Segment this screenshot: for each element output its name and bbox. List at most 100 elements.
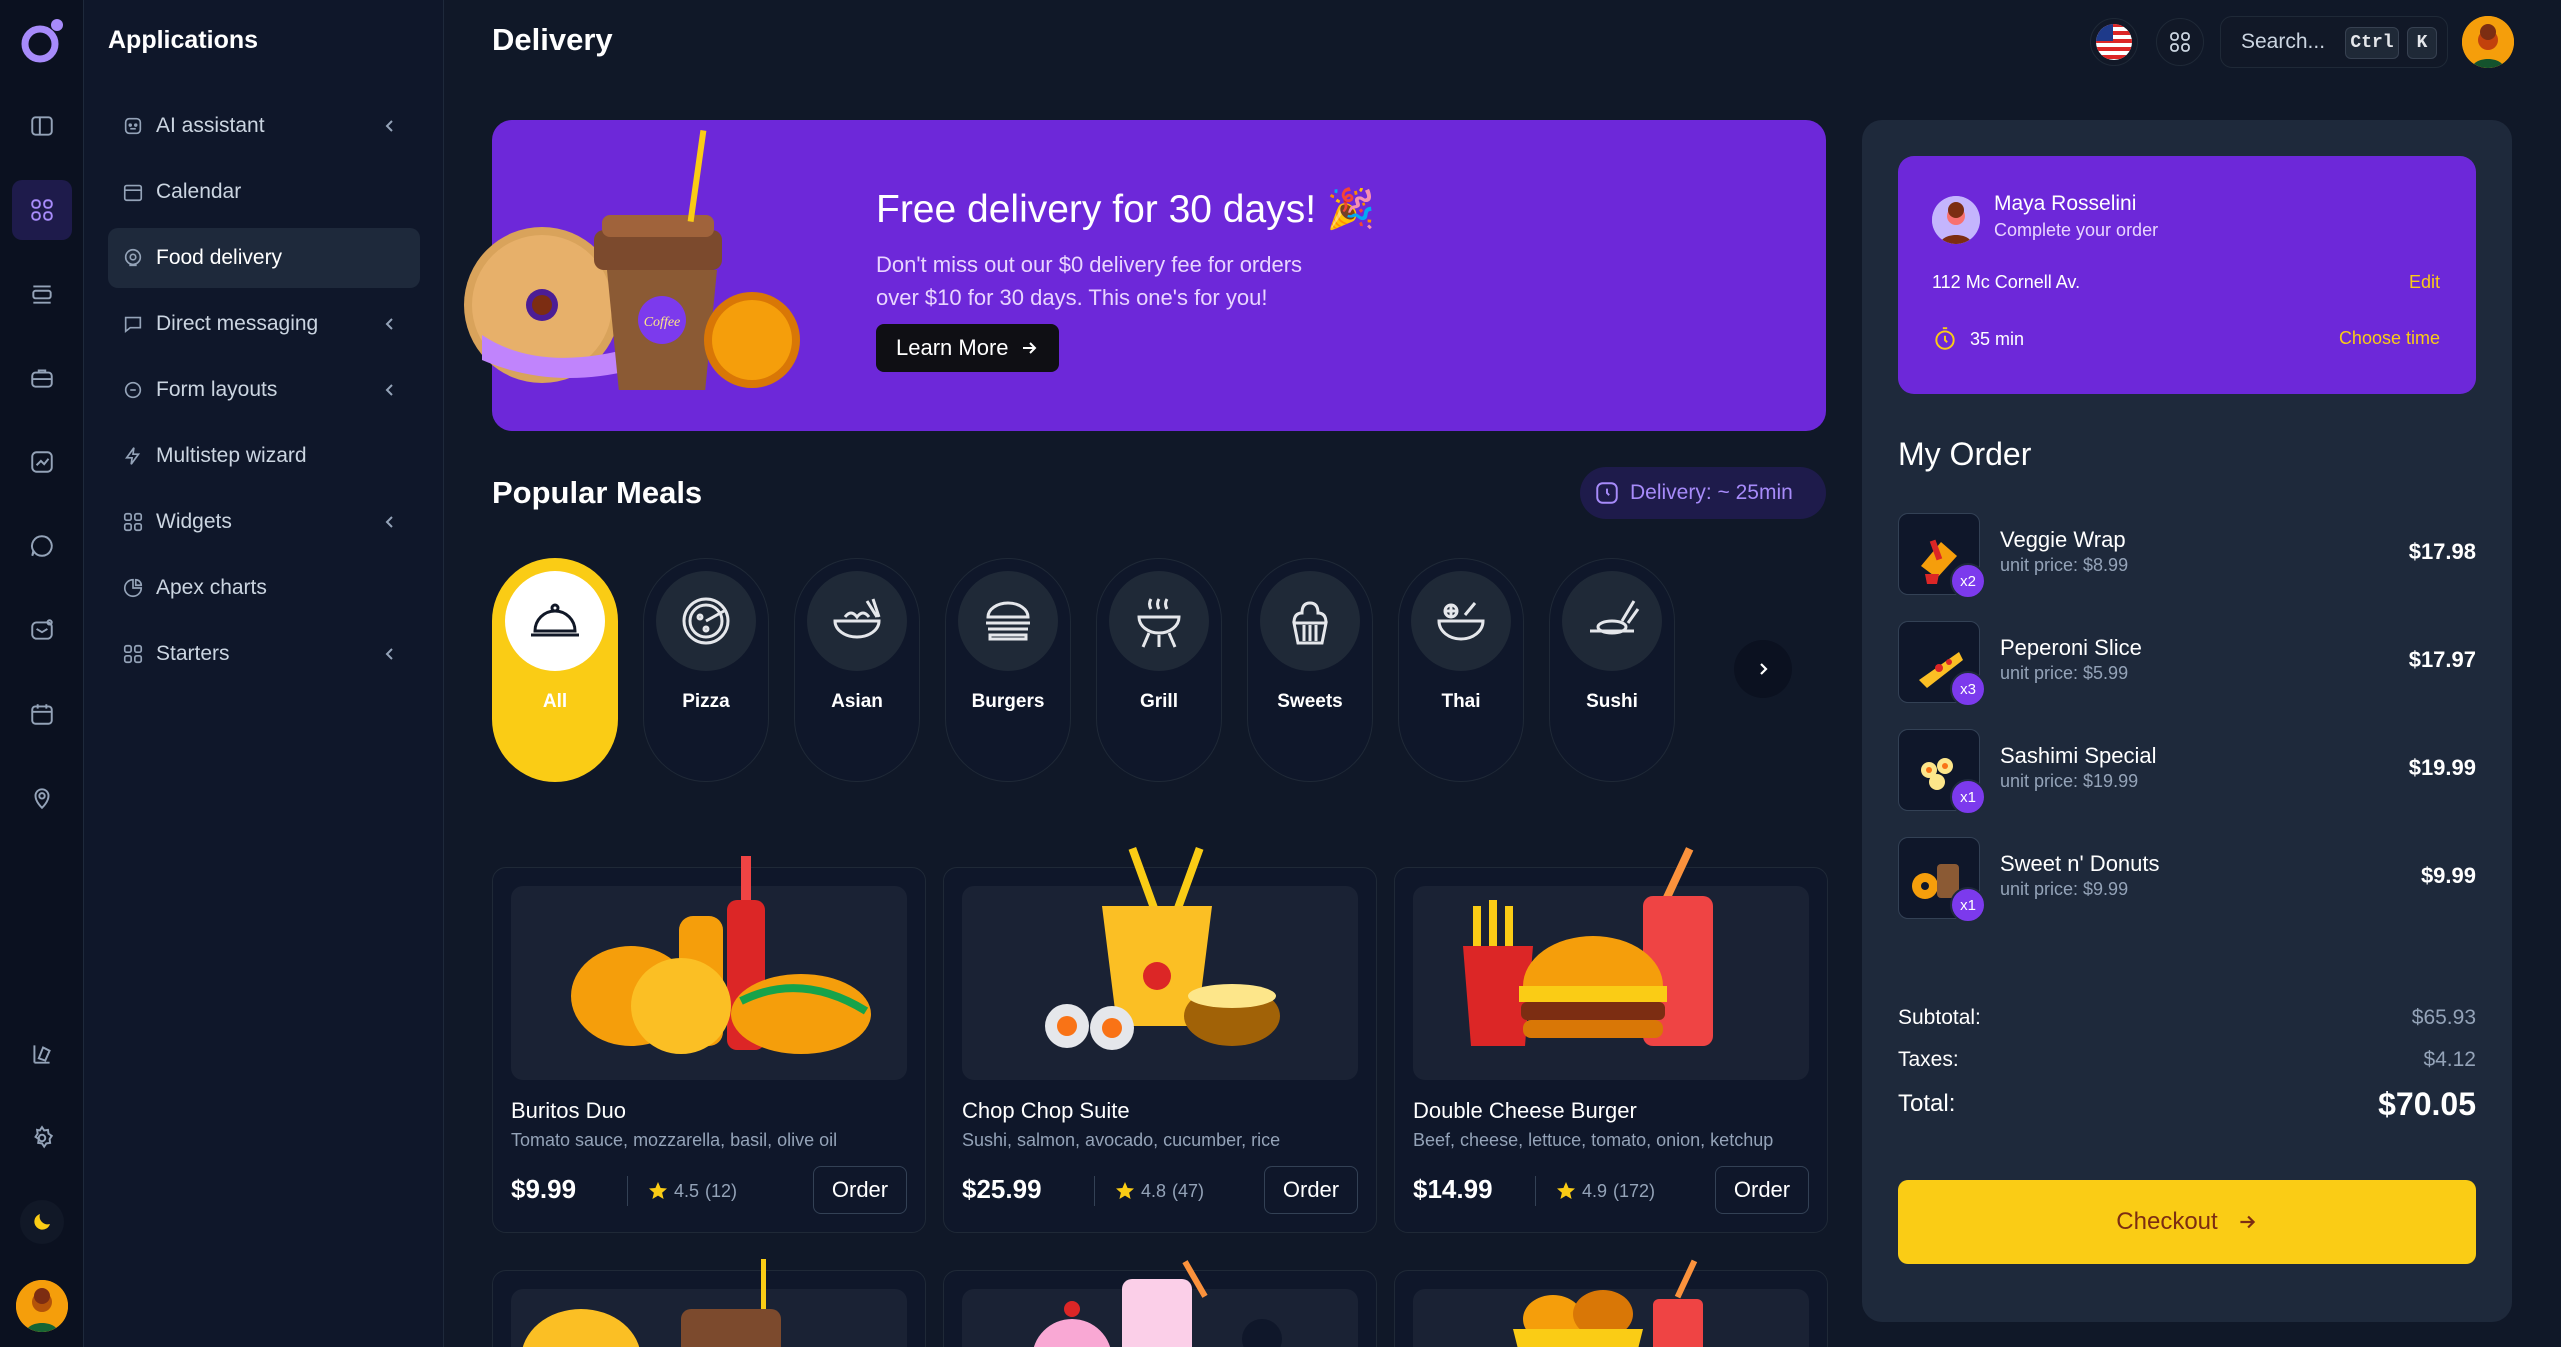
- sidebar-item-direct-messaging[interactable]: Direct messaging: [108, 294, 420, 354]
- order-button[interactable]: Order: [1715, 1166, 1809, 1214]
- meal-description: Tomato sauce, mozzarella, basil, olive o…: [511, 1130, 838, 1150]
- taxes-row: Taxes: $4.12: [1898, 1048, 2476, 1072]
- order-item-name: Sashimi Special: [2000, 743, 2157, 768]
- apps-button[interactable]: [2156, 18, 2204, 66]
- sidebar-item-form-layouts[interactable]: Form layouts: [108, 360, 420, 420]
- chevron-left-icon: [385, 516, 393, 528]
- sidebar-item-label: Direct messaging: [156, 312, 319, 335]
- robot-icon: [124, 117, 142, 135]
- sidebar-item-apex-charts[interactable]: Apex charts: [108, 558, 420, 618]
- rating-value: 4.9: [1582, 1180, 1608, 1201]
- category-label: Pizza: [682, 691, 730, 712]
- sidebar-item-label: Form layouts: [156, 378, 278, 401]
- category-all[interactable]: All: [492, 558, 618, 782]
- layers-icon[interactable]: [22, 1034, 62, 1074]
- meal-name: Buritos Duo: [511, 1098, 626, 1123]
- briefcase-icon[interactable]: [22, 358, 62, 398]
- meal-card[interactable]: Chop Chop Suite Sushi, salmon, avocado, …: [943, 847, 1377, 1233]
- category-label: Sweets: [1277, 691, 1343, 712]
- chat-icon: [124, 316, 142, 334]
- kbd-k: K: [2407, 27, 2437, 59]
- total-value: $70.05: [2378, 1086, 2476, 1122]
- rating-value: 4.8: [1141, 1180, 1167, 1201]
- apps-grid-icon[interactable]: [12, 180, 72, 240]
- rating-count: (172): [1613, 1180, 1656, 1201]
- sidebar-item-calendar[interactable]: Calendar: [108, 162, 420, 222]
- meal-image: [1413, 1259, 1809, 1347]
- category-sweets[interactable]: Sweets: [1247, 558, 1373, 782]
- order-item[interactable]: x1 Sweet n' Donuts unit price: $9.99 $9.…: [1898, 837, 2476, 923]
- sidebar-item-label: AI assistant: [156, 114, 265, 137]
- order-panel: Maya Rosselini Complete your order 112 M…: [1862, 120, 2512, 1322]
- delivery-address: 112 Mc Cornell Av.: [1932, 272, 2081, 292]
- burrito-illustration: [571, 856, 871, 1054]
- order-button[interactable]: Order: [813, 1166, 907, 1214]
- search-input[interactable]: Search... Ctrl K: [2220, 16, 2448, 68]
- app-logo[interactable]: [20, 18, 64, 64]
- category-grill[interactable]: Grill: [1096, 558, 1222, 782]
- meal-rating: 4.9 (172): [1535, 1176, 1655, 1206]
- chevron-left-icon: [385, 120, 393, 132]
- choose-time-link[interactable]: Choose time: [2339, 328, 2440, 349]
- sidebar-item-label: Food delivery: [156, 246, 283, 269]
- arrow-right-icon: [2240, 1215, 2255, 1229]
- chop-suite-illustration: [1045, 847, 1280, 1050]
- sidebar-item-starters[interactable]: Starters: [108, 624, 420, 684]
- burger-illustration: [1463, 847, 1713, 1046]
- category-pizza[interactable]: Pizza: [643, 558, 769, 782]
- milkshake-thumbnail: [1033, 1260, 1282, 1347]
- calendar-icon[interactable]: [22, 694, 62, 734]
- chart-icon[interactable]: [22, 442, 62, 482]
- meal-price: $25.99: [962, 1174, 1042, 1204]
- sidebar-item-label: Multistep wizard: [156, 444, 307, 467]
- category-sushi[interactable]: Sushi: [1549, 558, 1675, 782]
- delivery-info-card: Maya Rosselini Complete your order 112 M…: [1898, 156, 2476, 394]
- rail-avatar[interactable]: [16, 1280, 68, 1332]
- sidebar-toggle-icon[interactable]: [22, 106, 62, 146]
- category-burgers[interactable]: Burgers: [945, 558, 1071, 782]
- order-item[interactable]: x3 Peperoni Slice unit price: $5.99 $17.…: [1898, 621, 2476, 707]
- order-item[interactable]: x2 Veggie Wrap unit price: $8.99 $17.98: [1898, 513, 2476, 599]
- category-asian[interactable]: Asian: [794, 558, 920, 782]
- delivery-time: 35 min: [1932, 326, 2024, 352]
- sidebar-item-ai-assistant[interactable]: AI assistant: [108, 96, 420, 156]
- customer-avatar: [1932, 196, 1980, 244]
- user-avatar[interactable]: [2462, 16, 2514, 68]
- meal-card[interactable]: Double Cheese Burger Beef, cheese, lettu…: [1394, 847, 1828, 1233]
- sidebar-item-food-delivery[interactable]: Food delivery: [108, 228, 420, 288]
- sidebar-item-widgets[interactable]: Widgets: [108, 492, 420, 552]
- learn-more-button[interactable]: Learn More: [876, 324, 1059, 372]
- edit-address-link[interactable]: Edit: [2409, 272, 2440, 293]
- learn-more-label: Learn More: [896, 335, 1009, 360]
- meal-card[interactable]: [1394, 1259, 1828, 1347]
- meal-name: Double Cheese Burger: [1413, 1098, 1637, 1123]
- customer-name: Maya Rosselini: [1994, 192, 2137, 215]
- sidebar-item-multistep-wizard[interactable]: Multistep wizard: [108, 426, 420, 486]
- language-button[interactable]: [2090, 18, 2138, 66]
- order-item-unit-price: unit price: $5.99: [2000, 663, 2129, 683]
- meal-card[interactable]: Buritos Duo Tomato sauce, mozzarella, ba…: [492, 856, 926, 1233]
- categories-next-button[interactable]: [1734, 640, 1792, 698]
- subtotal-value: $65.93: [2411, 1006, 2476, 1029]
- checkout-button[interactable]: Checkout: [1898, 1180, 2476, 1264]
- cupcake-icon: [1260, 571, 1360, 671]
- meal-price: $9.99: [511, 1174, 577, 1204]
- order-item[interactable]: x1 Sashimi Special unit price: $19.99 $1…: [1898, 729, 2476, 815]
- customer-subtitle: Complete your order: [1994, 220, 2159, 240]
- form-icon: [124, 381, 142, 399]
- category-label: Grill: [1139, 691, 1178, 712]
- meal-card[interactable]: [943, 1260, 1377, 1347]
- noodle-bowl-icon: [807, 571, 907, 671]
- settings-icon[interactable]: [22, 1118, 62, 1158]
- chat-icon[interactable]: [22, 526, 62, 566]
- dark-mode-toggle[interactable]: [20, 1200, 64, 1244]
- mail-icon[interactable]: [22, 610, 62, 650]
- layout-icon[interactable]: [22, 274, 62, 314]
- order-button[interactable]: Order: [1264, 1166, 1358, 1214]
- delivery-time-text: Delivery: ~ 25min: [1630, 481, 1793, 504]
- meal-card[interactable]: [492, 1259, 926, 1347]
- rating-count: (12): [705, 1180, 738, 1201]
- burger-icon: [958, 571, 1058, 671]
- category-thai[interactable]: Thai: [1398, 558, 1524, 782]
- map-pin-icon[interactable]: [22, 778, 62, 818]
